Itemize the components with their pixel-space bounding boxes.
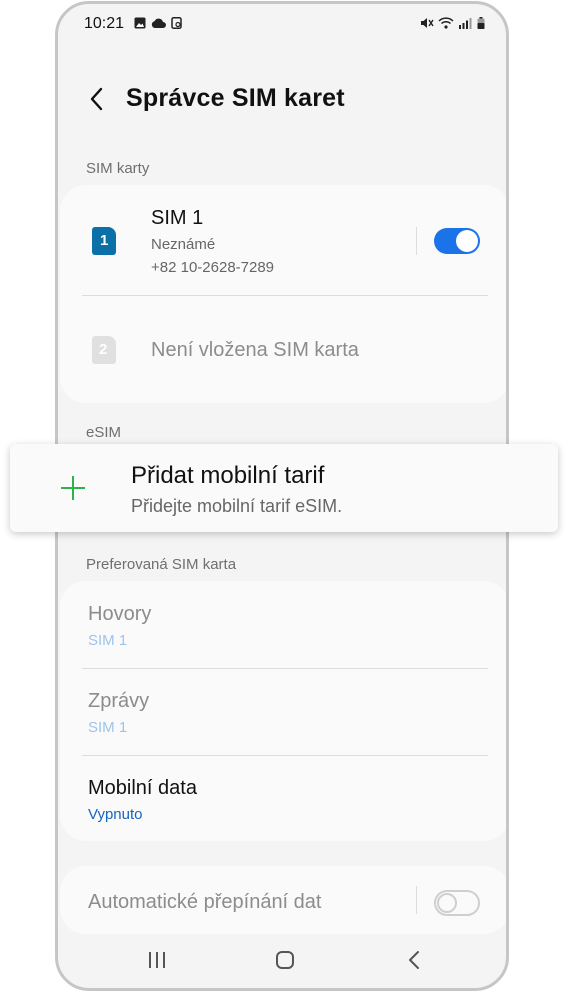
calls-label: Hovory (88, 603, 152, 625)
back-arrow-icon[interactable] (84, 84, 110, 114)
calls-value: SIM 1 (88, 632, 128, 649)
toggle-knob (456, 230, 478, 252)
calls-row[interactable]: Hovory SIM 1 (60, 581, 506, 668)
signal-icon (459, 18, 472, 29)
sim1-phone-number: +82 10-2628-7289 (151, 259, 275, 276)
wifi-icon (438, 17, 454, 29)
section-sim-cards: SIM karty (86, 160, 150, 177)
messages-row[interactable]: Zprávy SIM 1 (60, 669, 506, 755)
sim-cards-card: 1 SIM 1 Neznámé +82 10-2628-7289 2 Není … (60, 185, 506, 403)
add-mobile-plan-button[interactable]: Přidat mobilní tarif Přidejte mobilní ta… (10, 444, 558, 532)
mute-icon (421, 18, 434, 28)
home-icon[interactable] (274, 949, 296, 971)
gallery-icon (134, 17, 146, 29)
messages-label: Zprávy (88, 690, 150, 712)
auto-switch-row: Automatické přepínání dat (60, 866, 506, 934)
cloud-icon (151, 18, 166, 28)
recent-apps-icon[interactable] (146, 949, 168, 971)
add-plan-subtitle: Přidejte mobilní tarif eSIM. (131, 496, 343, 516)
messages-value: SIM 1 (88, 719, 128, 736)
mobile-data-row[interactable]: Mobilní data Vypnuto (60, 756, 506, 841)
section-esim: eSIM (86, 424, 122, 441)
status-time: 10:21 (84, 15, 125, 32)
auto-switch-toggle (434, 890, 480, 916)
sim2-card-icon: 2 (92, 336, 116, 364)
plus-icon (61, 476, 85, 500)
sim1-card-icon: 1 (92, 227, 116, 255)
section-preferred-sim: Preferovaná SIM karta (86, 556, 237, 573)
preferred-sim-card: Hovory SIM 1 Zprávy SIM 1 Mobilní data V… (60, 581, 506, 841)
auto-switch-label: Automatické přepínání dat (88, 891, 322, 913)
page-title: Správce SIM karet (126, 84, 345, 112)
auto-switch-card: Automatické přepínání dat (60, 866, 506, 934)
battery-icon (477, 17, 485, 29)
status-bar: 10:21 (58, 4, 506, 44)
toggle-separator (416, 227, 417, 255)
mobile-data-label: Mobilní data (88, 777, 197, 799)
sim1-name: SIM 1 (151, 207, 204, 229)
toggle-separator (416, 886, 417, 914)
back-nav-icon[interactable] (404, 949, 426, 971)
sim2-label: Není vložena SIM karta (151, 339, 359, 361)
toggle-knob (437, 893, 457, 913)
mobile-data-value: Vypnuto (88, 806, 143, 823)
sim1-row[interactable]: 1 SIM 1 Neznámé +82 10-2628-7289 (60, 185, 506, 295)
navigation-bar (58, 930, 506, 988)
sim1-toggle[interactable] (434, 228, 480, 254)
sim1-status: Neznámé (151, 236, 216, 253)
add-plan-title: Přidat mobilní tarif (131, 462, 325, 489)
sim2-row: 2 Není vložena SIM karta (60, 296, 506, 403)
screenshot-icon (171, 17, 182, 29)
